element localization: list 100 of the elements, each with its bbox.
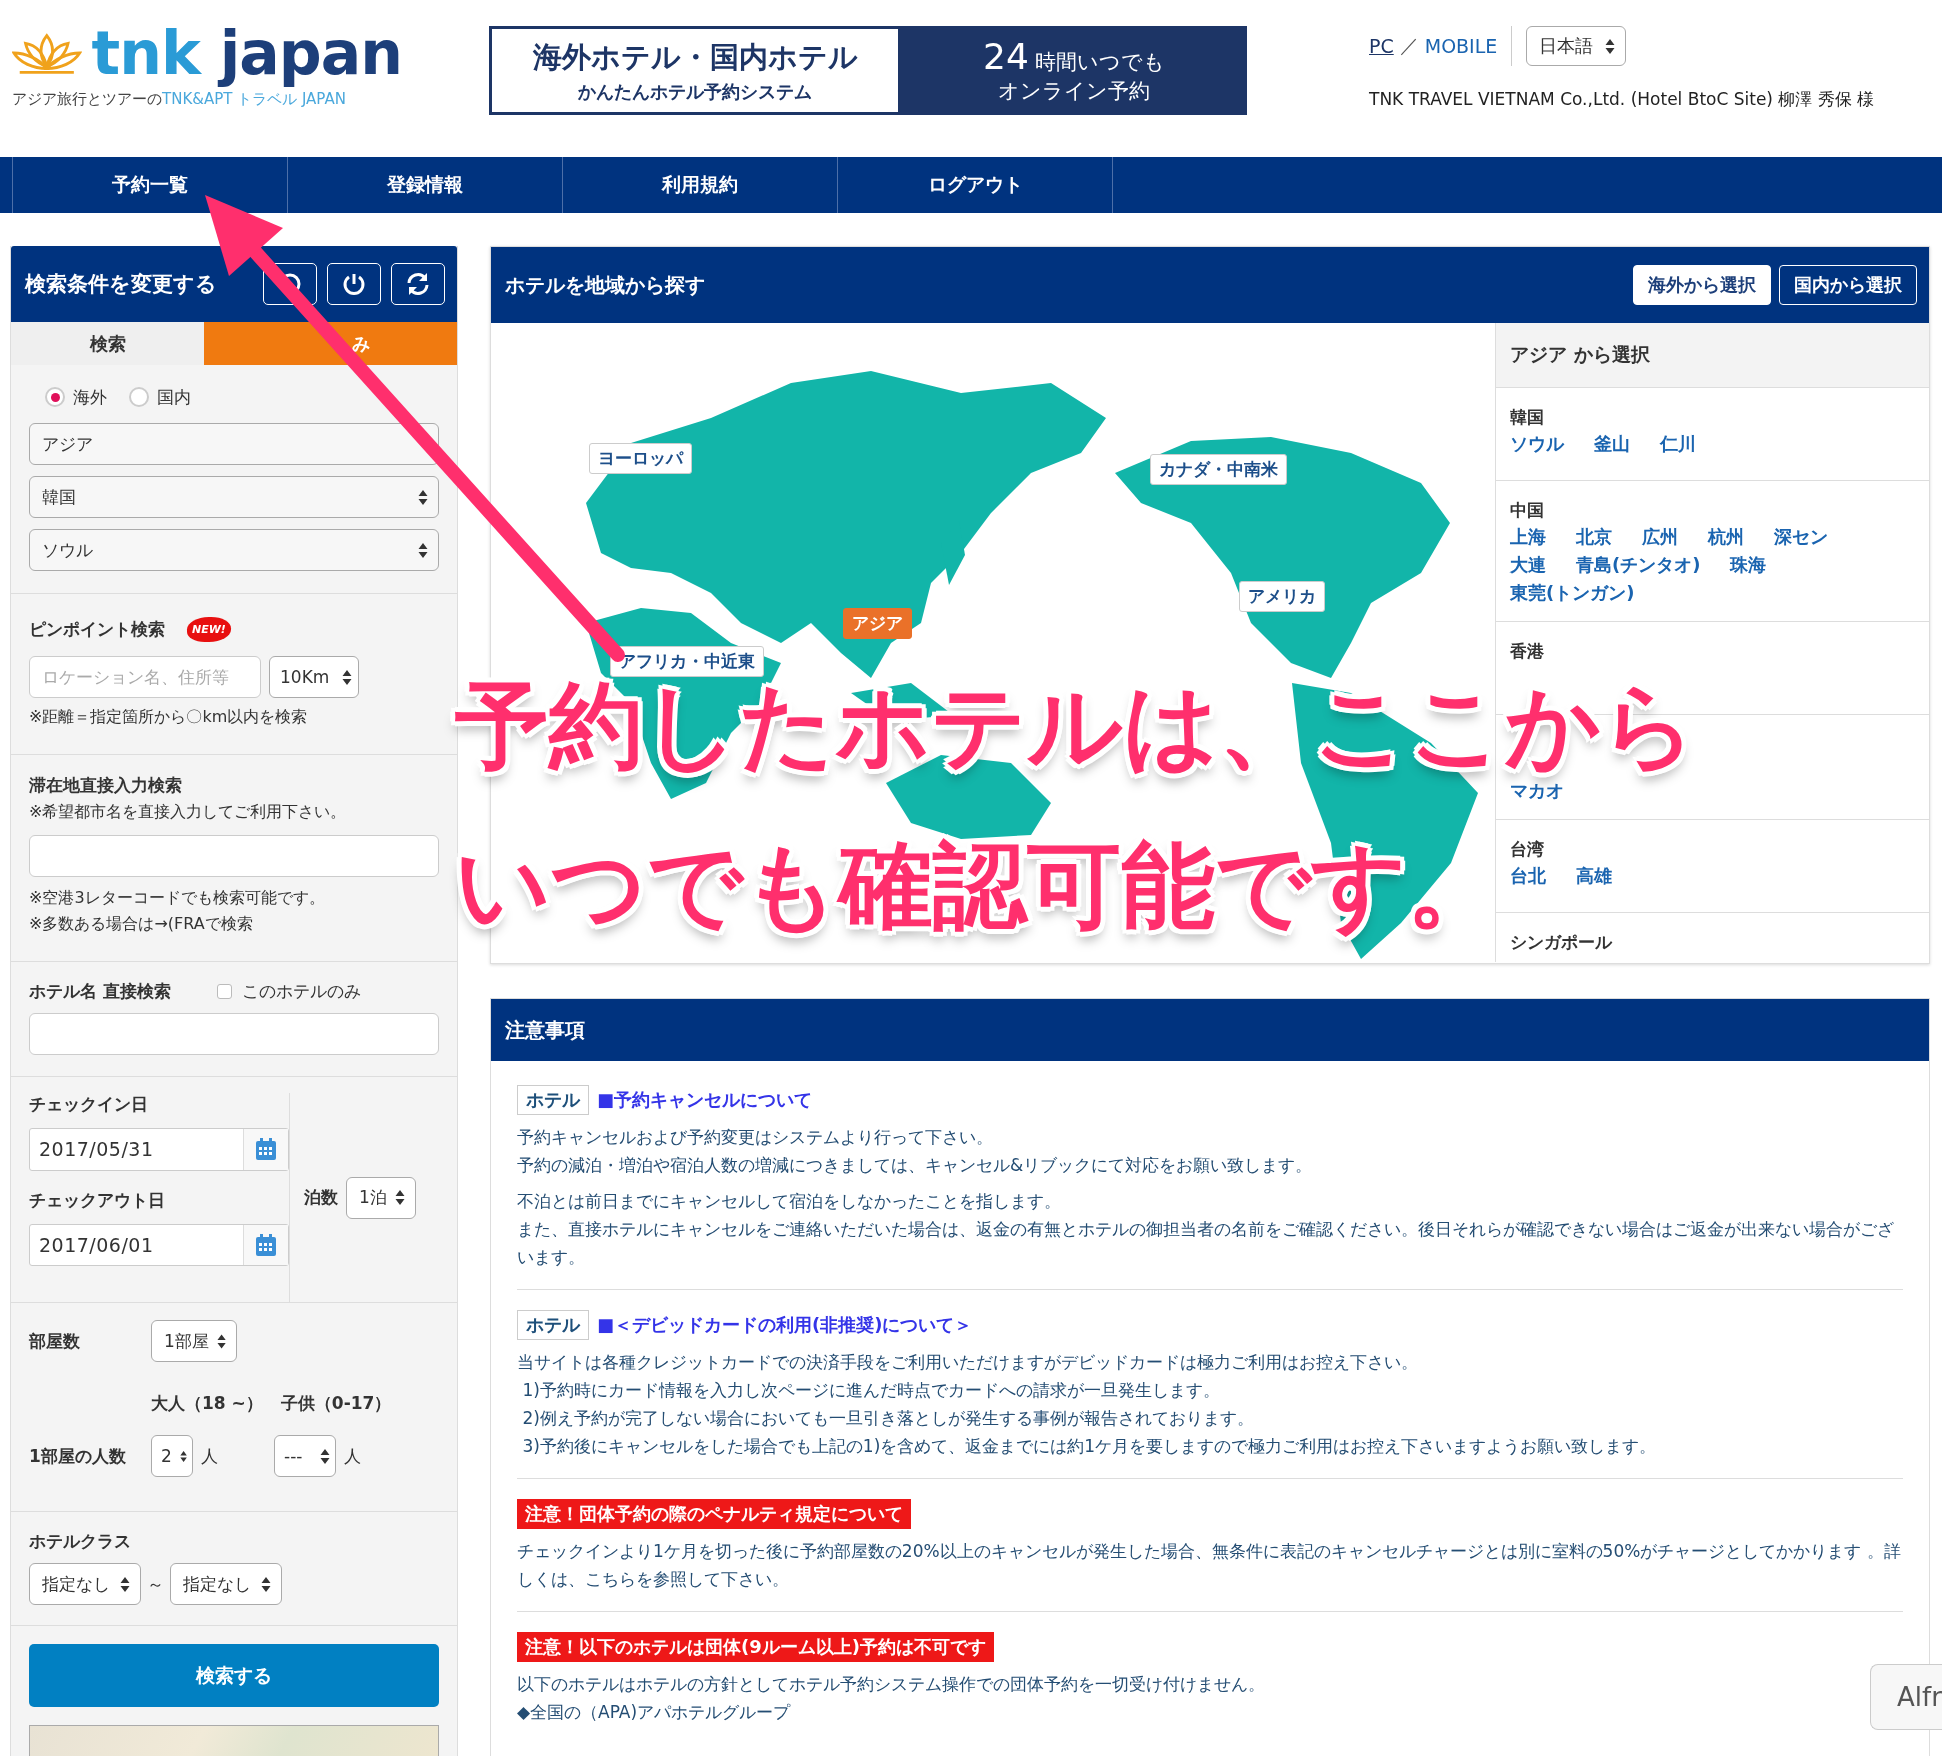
toggle-button[interactable]: 海外から選択 bbox=[1633, 265, 1771, 305]
city-link[interactable]: 珠海 bbox=[1730, 551, 1767, 579]
icon-button[interactable] bbox=[391, 263, 445, 305]
banner-subtitle: かんたんホテル予約システム bbox=[578, 79, 812, 104]
notice-text: 予約キャンセルおよび予約変更はシステムより行って下さい。 bbox=[517, 1126, 994, 1149]
notice-text: また、直接ホテルにキャンセルをご連絡いただいた場合は、返金の有無とホテルの御担当者の名前をご確認ください。後日それらが確認できない場合はご返金が出来ない場合がございます。 bbox=[517, 1218, 1895, 1269]
panel-title: 注意事項 bbox=[505, 1016, 585, 1044]
refresh-icon bbox=[405, 272, 431, 296]
tab[interactable]: 検索 bbox=[11, 322, 204, 365]
popup-tab[interactable]: Alfr bbox=[1870, 1664, 1942, 1730]
region-field[interactable]: アジア bbox=[29, 423, 439, 465]
updown-caret-icon bbox=[418, 541, 428, 559]
range-separator: ～ bbox=[147, 1572, 164, 1596]
checkbox[interactable] bbox=[216, 983, 232, 999]
icon-button[interactable] bbox=[327, 263, 381, 305]
nav-tab[interactable]: 登録情報 bbox=[287, 157, 562, 213]
class-select[interactable]: 指定なし bbox=[170, 1563, 282, 1605]
region-label[interactable]: アメリカ bbox=[1239, 581, 1325, 612]
location-input[interactable]: ロケーション名、住所等 bbox=[29, 656, 261, 698]
city-link[interactable]: 台北 bbox=[1510, 862, 1546, 890]
city-link[interactable]: 釜山 bbox=[1594, 430, 1630, 458]
city-link[interactable]: 仁川 bbox=[1660, 430, 1696, 458]
distance-select[interactable]: 10Km bbox=[269, 656, 359, 698]
panel-title: 検索条件を変更する bbox=[25, 271, 218, 298]
section-label: 滞在地直接入力検索 bbox=[29, 774, 183, 797]
region-label[interactable]: カナダ・中南米 bbox=[1150, 454, 1287, 485]
region-label[interactable]: ヨーロッパ bbox=[589, 443, 692, 474]
city-link[interactable]: 東莞(トンガン) bbox=[1510, 579, 1635, 607]
column-label: 大人（18 ~） bbox=[151, 1392, 263, 1415]
unit-label: 人 bbox=[201, 1444, 218, 1468]
notice-text: 以下のホテルはホテルの方針としてホテル予約システム操作での団体予約を一切受け付けません。 bbox=[517, 1673, 1266, 1696]
notice-text: 3)予約後にキャンセルをした場合でも上記の1)を含めて、返金までには約1ケ月を要しますので極力ご利用はお控え下さいますようお願い致します。 bbox=[521, 1435, 1658, 1458]
updown-caret-icon bbox=[342, 668, 352, 686]
radio-button[interactable] bbox=[45, 387, 65, 407]
nav-tab[interactable]: 利用規約 bbox=[562, 157, 837, 213]
radio-button[interactable] bbox=[129, 387, 149, 407]
hint-text: ※距離＝指定箇所から〇km以内を検索 bbox=[29, 706, 309, 728]
warning-heading: 注意！以下のホテルは団体(9ルーム以上)予約は不可です bbox=[517, 1632, 994, 1662]
country-name: 台湾 bbox=[1510, 838, 1545, 861]
panel-title: ホテルを地域から探す bbox=[505, 271, 706, 299]
search-button[interactable]: 検索する bbox=[29, 1644, 439, 1707]
hotel-name-input[interactable] bbox=[29, 1013, 439, 1055]
adults-select[interactable]: 2 bbox=[151, 1435, 193, 1477]
city-link[interactable]: 上海 bbox=[1510, 523, 1546, 551]
city-input[interactable] bbox=[29, 835, 439, 877]
notice-text: 当サイトは各種クレジットカードでの決済手段をご利用いただけますがデビッドカードは極力ご利用はお控え下さい。 bbox=[517, 1351, 1419, 1374]
device-link[interactable]: PC bbox=[1369, 35, 1394, 57]
city-link[interactable]: 大連 bbox=[1510, 551, 1546, 579]
country-name: 香港 bbox=[1510, 640, 1545, 663]
date-field[interactable]: 2017/06/01 bbox=[29, 1223, 289, 1266]
toggle-button[interactable]: 国内から選択 bbox=[1779, 265, 1917, 305]
field-label: チェックアウト日 bbox=[29, 1188, 166, 1212]
class-select[interactable]: 指定なし bbox=[29, 1563, 141, 1605]
city-link[interactable]: マカオ bbox=[1510, 777, 1564, 805]
field-label: 1部屋の人数 bbox=[29, 1444, 127, 1468]
notice-link[interactable]: ■＜デビッドカードの利用(非推奨)について＞ bbox=[597, 1313, 973, 1337]
device-link[interactable]: MOBILE bbox=[1424, 35, 1498, 57]
account-name: TNK TRAVEL VIETNAM Co.,Ltd. (Hotel BtoC Site) 柳澤 秀保 様 bbox=[1369, 88, 1876, 111]
updown-caret-icon bbox=[418, 488, 428, 506]
city-link[interactable]: 杭州 bbox=[1708, 523, 1744, 551]
radio-label: 海外 bbox=[73, 385, 107, 409]
calendar-button[interactable] bbox=[243, 1224, 288, 1265]
hours-text: 時間いつでも bbox=[1034, 49, 1165, 76]
city-link[interactable]: 青島(チンタオ) bbox=[1576, 551, 1701, 579]
nav-tab[interactable]: ログアウト bbox=[837, 157, 1113, 213]
notice-text: 不泊とは前日までにキャンセルして宿泊をしなかったことを指します。 bbox=[517, 1190, 1062, 1213]
notice-text: ◆全国の（APA)アパホテルグループ bbox=[517, 1701, 792, 1724]
nights-select[interactable]: 1泊 bbox=[346, 1176, 416, 1219]
city-link[interactable]: 北京 bbox=[1576, 523, 1612, 551]
city-link[interactable]: 深セン bbox=[1774, 523, 1828, 551]
language-select[interactable]: 日本語 bbox=[1526, 26, 1627, 66]
link-separator: ／ bbox=[1399, 33, 1419, 58]
icon-button[interactable] bbox=[263, 263, 317, 305]
section-label: ピンポイント検索 bbox=[29, 617, 165, 641]
country-name: 中国 bbox=[1510, 499, 1545, 522]
logo-tagline: アジア旅行とツアーのTNK&APT トラベル JAPAN bbox=[12, 90, 347, 109]
notice-text: チェックインより1ケ月を切った後に予約部屋数の20%以上のキャンセルが発生した場合、無条件に表記のキャンセルチャージとは別に室料の50%がチャージとしてかかります 。詳しくは、こちらを参照して下さい。 bbox=[517, 1540, 1902, 1591]
calendar-button[interactable] bbox=[243, 1129, 288, 1170]
date-field[interactable]: 2017/05/31 bbox=[29, 1128, 289, 1171]
power-icon bbox=[342, 272, 366, 296]
unit-label: 人 bbox=[344, 1444, 361, 1468]
updown-caret-icon bbox=[261, 1575, 271, 1593]
hint-text: ※空港3レターコードでも検索可能です。 bbox=[29, 887, 326, 909]
rooms-select[interactable]: 1部屋 bbox=[151, 1320, 237, 1362]
field-label: チェックイン日 bbox=[29, 1093, 149, 1116]
city-select[interactable]: ソウル bbox=[29, 529, 439, 571]
city-link[interactable]: 高雄 bbox=[1576, 862, 1612, 890]
notice-link[interactable]: ■予約キャンセルについて bbox=[597, 1088, 812, 1112]
country-select[interactable]: 韓国 bbox=[29, 476, 439, 518]
notice-text: 1)予約時にカード情報を入力し次ページに進んだ時点でカードへの請求が一旦発生します。 bbox=[521, 1379, 1221, 1402]
city-link[interactable]: 広州 bbox=[1642, 523, 1678, 551]
field-label: 部屋数 bbox=[29, 1329, 81, 1353]
children-select[interactable]: --- bbox=[274, 1435, 336, 1477]
section-label: ホテル名 直接検索 bbox=[29, 979, 171, 1003]
updown-caret-icon bbox=[1605, 37, 1616, 55]
city-link[interactable]: ソウル bbox=[1510, 430, 1564, 458]
column-label: 子供（0-17） bbox=[280, 1392, 392, 1415]
online-text: オンライン予約 bbox=[998, 78, 1150, 105]
country-name: 韓国 bbox=[1510, 406, 1545, 429]
field-label: 泊数 bbox=[304, 1186, 338, 1209]
